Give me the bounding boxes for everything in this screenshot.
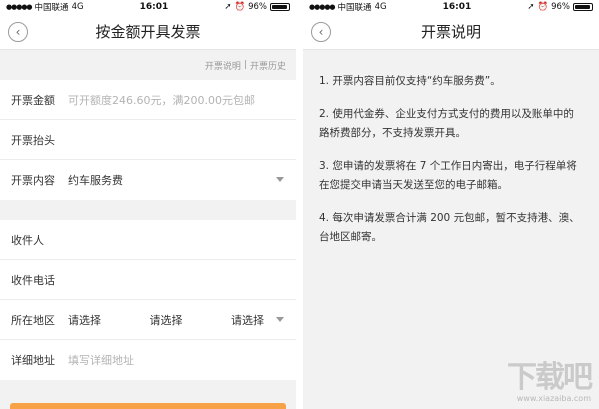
right-screen: ●●●●● 中国联通 4G 16:01 ➚ ⏰ 96% ‹ 开票说明 1. 开票… — [303, 0, 599, 409]
address-input[interactable]: 填写详细地址 — [68, 352, 286, 368]
signal-icon: ●●●●● — [309, 3, 336, 11]
invoice-explain-link[interactable]: 开票说明 — [205, 59, 241, 72]
explanation-item: 3. 您申请的发票将在 7 个工作日内寄出，电子行程单将在您提交申请当天发送至您… — [319, 160, 577, 191]
recipient-label: 收件人 — [11, 233, 44, 247]
network-label: 4G — [374, 2, 387, 12]
watermark-logo: 下载吧 — [507, 360, 593, 395]
page-title: 开票说明 — [420, 23, 481, 41]
dropdown-caret-icon — [276, 317, 284, 322]
explanation-list: 1. 开票内容目前仅支持“约车服务费”。 2. 使用代金券、企业支付方式支付的费… — [303, 50, 599, 247]
signal-icon: ●●●●● — [6, 3, 33, 11]
back-button[interactable]: ‹ — [311, 22, 331, 42]
nav-bar: ‹ 按金额开具发票 — [0, 14, 296, 50]
nav-bar: ‹ 开票说明 — [303, 14, 599, 50]
submit-button[interactable] — [10, 403, 286, 409]
phone-row[interactable]: 收件电话 — [0, 260, 296, 300]
chevron-left-icon: ‹ — [15, 25, 21, 39]
dropdown-caret-icon — [276, 177, 284, 182]
province-select[interactable]: 请选择 — [68, 312, 101, 328]
region-row[interactable]: 所在地区 请选择 请选择 请选择 — [0, 300, 296, 340]
header-label: 开票抬头 — [11, 133, 55, 147]
header-links: 开票说明 | 开票历史 — [0, 50, 296, 80]
status-bar: ●●●●● 中国联通 4G 16:01 ➚ ⏰ 96% — [303, 0, 599, 14]
city-select[interactable]: 请选择 — [150, 312, 183, 328]
battery-icon — [270, 3, 290, 11]
explanation-item: 2. 使用代金券、企业支付方式支付的费用以及账单中的路桥费部分，不支持发票开具。 — [319, 108, 574, 139]
explanation-item: 1. 开票内容目前仅支持“约车服务费”。 — [319, 75, 501, 87]
amount-row[interactable]: 开票金额 可开额度246.60元，满200.00元包邮 — [0, 80, 296, 120]
amount-label: 开票金额 — [11, 93, 55, 107]
carrier-label: 中国联通 — [337, 3, 372, 13]
address-label: 详细地址 — [11, 354, 55, 367]
content-select[interactable]: 约车服务费 — [68, 172, 286, 188]
watermark-url: www.xiazaiba.com — [516, 394, 591, 403]
back-button[interactable]: ‹ — [8, 22, 28, 42]
alarm-icon: ⏰ — [234, 2, 246, 12]
shipping-form: 收件人 收件电话 所在地区 请选择 请选择 请选择 详细地址 填写详细地址 — [0, 220, 296, 380]
location-icon: ➚ — [527, 2, 535, 12]
clock: 16:01 — [139, 2, 169, 12]
clock: 16:01 — [442, 2, 472, 12]
network-label: 4G — [71, 2, 84, 12]
page-title: 按金额开具发票 — [95, 23, 201, 41]
address-row[interactable]: 详细地址 填写详细地址 — [0, 340, 296, 380]
recipient-row[interactable]: 收件人 — [0, 220, 296, 260]
location-icon: ➚ — [224, 2, 232, 12]
carrier-label: 中国联通 — [34, 3, 69, 13]
content-row[interactable]: 开票内容 约车服务费 — [0, 160, 296, 200]
left-screen: ●●●●● 中国联通 4G 16:01 ➚ ⏰ 96% ‹ 按金额开具发票 开票… — [0, 0, 296, 409]
alarm-icon: ⏰ — [537, 2, 549, 12]
phone-label: 收件电话 — [11, 273, 55, 287]
invoice-history-link[interactable]: 开票历史 — [250, 59, 286, 72]
watermark: 下载吧 www.xiazaiba.com — [507, 360, 593, 404]
status-bar: ●●●●● 中国联通 4G 16:01 ➚ ⏰ 96% — [0, 0, 296, 14]
content-label: 开票内容 — [11, 174, 55, 187]
battery-percent: 96% — [551, 2, 570, 12]
explanation-item: 4. 每次申请发票合计满 200 元包邮，暂不支持港、澳、台地区邮寄。 — [319, 212, 580, 243]
chevron-left-icon: ‹ — [318, 25, 324, 39]
link-separator: | — [243, 60, 247, 70]
region-label: 所在地区 — [11, 313, 55, 327]
invoice-form: 开票金额 可开额度246.60元，满200.00元包邮 开票抬头 开票内容 约车… — [0, 80, 296, 200]
district-select[interactable]: 请选择 — [231, 312, 264, 328]
battery-icon — [573, 3, 593, 11]
amount-input[interactable]: 可开额度246.60元，满200.00元包邮 — [68, 92, 286, 108]
header-row[interactable]: 开票抬头 — [0, 120, 296, 160]
battery-percent: 96% — [248, 2, 267, 12]
